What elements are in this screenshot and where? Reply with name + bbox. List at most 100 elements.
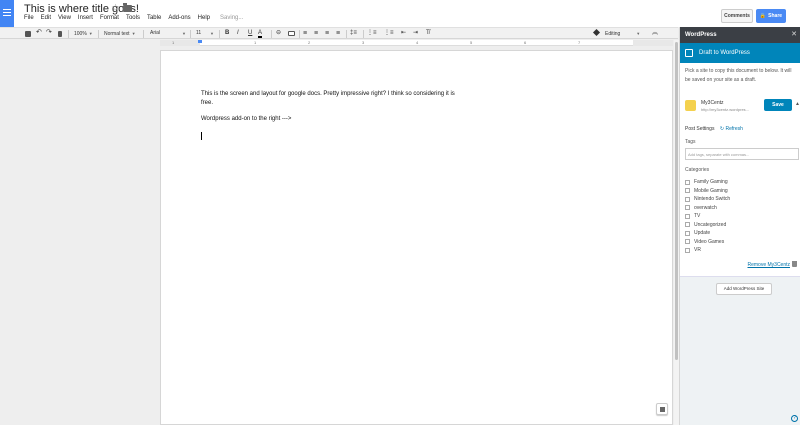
sidebar-title: WordPress	[685, 32, 717, 38]
editing-mode-label: Editing	[605, 31, 621, 37]
font-value: Arial	[150, 30, 161, 36]
sidebar-intro: Pick a site to copy this document to bel…	[685, 68, 792, 83]
share-label: Share	[768, 13, 783, 19]
category-item[interactable]: Video Games	[685, 238, 730, 247]
align-right-icon[interactable]: ≡	[325, 29, 329, 38]
refresh-label: Refresh	[725, 126, 743, 132]
edit-icon	[685, 49, 693, 57]
checkbox[interactable]	[685, 222, 690, 228]
save-button[interactable]: Save	[764, 99, 792, 111]
zoom-select[interactable]: 100% ▼	[74, 29, 93, 38]
print-icon[interactable]	[25, 31, 31, 37]
comment-icon[interactable]	[288, 31, 295, 36]
decrease-indent-icon[interactable]: ⇤	[401, 29, 406, 38]
font-size-value: 11	[196, 30, 202, 36]
menu-help[interactable]: Help	[198, 15, 210, 21]
menu-insert[interactable]: Insert	[78, 15, 93, 21]
help-icon[interactable]: ?	[791, 415, 798, 422]
header: This is where title goes! ☆ File Edit Vi…	[0, 0, 800, 27]
align-center-icon[interactable]: ≡	[314, 29, 318, 38]
numbered-list-icon[interactable]: ⋮≡	[367, 29, 377, 38]
chevron-up-icon[interactable]: ︽	[652, 29, 658, 38]
style-select[interactable]: Normal text ▼	[104, 29, 136, 38]
align-left-icon[interactable]: ≡	[303, 29, 307, 38]
menu-view[interactable]: View	[58, 15, 71, 21]
undo-icon[interactable]: ↶	[36, 29, 42, 38]
editing-mode-select[interactable]: Editing ▼	[592, 28, 640, 38]
menu-tools[interactable]: Tools	[126, 15, 140, 21]
ruler[interactable]: 1 1 2 3 4 5 6 7	[160, 40, 673, 46]
indent-marker[interactable]	[198, 40, 202, 43]
checkbox[interactable]	[685, 205, 690, 211]
increase-indent-icon[interactable]: ⇥	[413, 29, 418, 38]
comments-button[interactable]: Comments	[721, 9, 753, 23]
pencil-icon	[592, 28, 601, 37]
category-item[interactable]: Family Gaming	[685, 178, 730, 187]
line-spacing-icon[interactable]: ‡≡	[350, 29, 357, 38]
document-paragraph[interactable]: Wordpress add-on to the right --->	[201, 115, 461, 124]
site-name: My3Centz	[701, 100, 724, 106]
chevron-up-icon[interactable]: ▲	[795, 101, 800, 107]
wordpress-sidebar: WordPress ✕ Draft to WordPress Pick a si…	[679, 27, 800, 425]
close-icon[interactable]: ✕	[791, 27, 797, 43]
toolbar: ↶ ↷ 100% ▼ Normal text ▼ Arial ▼ 11 ▼ B I U …	[0, 27, 678, 39]
menu-format[interactable]: Format	[100, 15, 119, 21]
checkbox[interactable]	[685, 196, 690, 202]
star-icon[interactable]: ☆	[111, 3, 120, 14]
explore-icon[interactable]	[656, 403, 668, 415]
tags-label: Tags	[685, 139, 696, 145]
italic-button[interactable]: I	[237, 29, 239, 38]
checkbox[interactable]	[685, 239, 690, 245]
checkbox[interactable]	[685, 188, 690, 194]
menu-edit[interactable]: Edit	[41, 15, 51, 21]
menu-addons[interactable]: Add-ons	[168, 15, 190, 21]
link-icon[interactable]: ⊖	[276, 29, 281, 38]
post-settings: Post Settings ↻ Refresh	[685, 126, 743, 132]
category-item[interactable]: Update	[685, 229, 730, 238]
bulleted-list-icon[interactable]: ⋮≡	[384, 29, 394, 38]
share-button[interactable]: 🔒 Share	[756, 9, 786, 23]
bold-button[interactable]: B	[225, 29, 229, 38]
menu-file[interactable]: File	[24, 15, 34, 21]
remove-site-link[interactable]: Remove My3Centz	[747, 262, 790, 268]
folder-icon[interactable]	[123, 3, 132, 12]
category-item[interactable]: Uncategorized	[685, 221, 730, 230]
docs-logo-icon[interactable]	[0, 0, 14, 27]
site-logo	[685, 100, 696, 111]
document-title[interactable]: This is where title goes!	[24, 3, 139, 15]
post-settings-label: Post Settings	[685, 126, 715, 132]
document-page[interactable]: This is the screen and layout for google…	[160, 50, 673, 425]
checkbox[interactable]	[685, 213, 690, 219]
menu-table[interactable]: Table	[147, 15, 161, 21]
categories-list: Family Gaming Mobile Gaming Nintendo Swi…	[685, 178, 730, 255]
paint-format-icon[interactable]	[58, 31, 62, 37]
trash-icon[interactable]	[792, 261, 797, 267]
scroll-thumb[interactable]	[675, 42, 678, 360]
clear-formatting-icon[interactable]: T̸	[426, 29, 430, 38]
document-paragraph[interactable]: This is the screen and layout for google…	[201, 90, 461, 108]
tags-input[interactable]	[685, 148, 799, 160]
underline-button[interactable]: U	[248, 29, 252, 38]
sidebar-header: WordPress ✕	[680, 27, 800, 43]
font-size-select[interactable]: 11 ▼	[196, 29, 214, 38]
redo-icon[interactable]: ↷	[46, 29, 52, 38]
draft-label: Draft to WordPress	[699, 50, 750, 56]
zoom-value: 100%	[74, 31, 87, 37]
category-item[interactable]: overwatch	[685, 204, 730, 213]
add-wordpress-site-button[interactable]: Add WordPress Site	[716, 283, 772, 295]
checkbox[interactable]	[685, 179, 690, 185]
site-url: http://my3centz.wordpres...	[701, 107, 750, 112]
checkbox[interactable]	[685, 230, 690, 236]
text-color-button[interactable]: A	[258, 29, 263, 38]
refresh-link[interactable]: ↻ Refresh	[720, 126, 743, 132]
checkbox[interactable]	[685, 247, 690, 253]
category-item[interactable]: Mobile Gaming	[685, 187, 730, 196]
category-item[interactable]: Nintendo Switch	[685, 195, 730, 204]
style-value: Normal text	[104, 31, 130, 37]
category-item[interactable]: VR	[685, 246, 730, 255]
align-justify-icon[interactable]: ≡	[336, 29, 340, 38]
site-row: My3Centz http://my3centz.wordpres... Sav…	[680, 96, 800, 116]
category-item[interactable]: TV	[685, 212, 730, 221]
font-select[interactable]: Arial ▼	[150, 29, 186, 38]
lock-icon: 🔒	[759, 13, 767, 19]
